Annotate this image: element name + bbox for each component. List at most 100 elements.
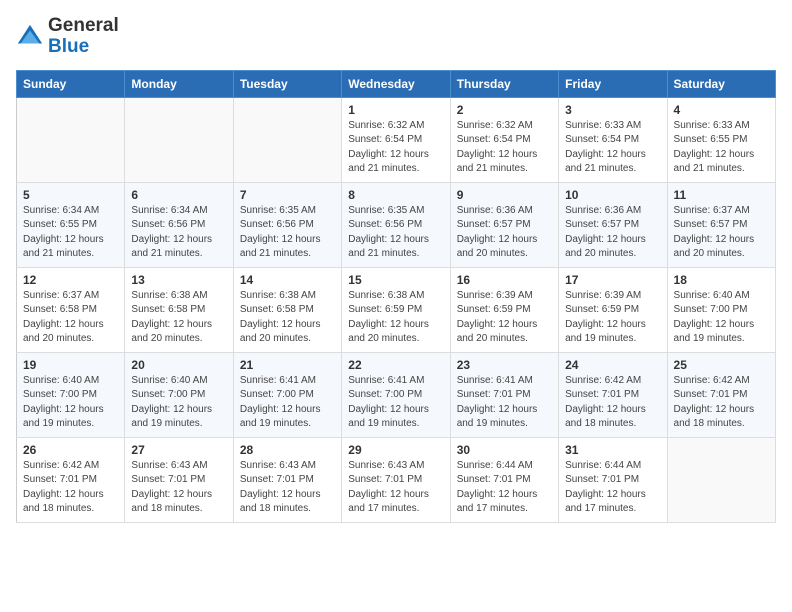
day-info: Sunrise: 6:44 AMSunset: 7:01 PMDaylight:…	[457, 459, 552, 517]
calendar-cell	[17, 97, 125, 182]
day-info: Sunrise: 6:43 AMSunset: 7:01 PMDaylight:…	[348, 459, 443, 517]
day-header-sunday: Sunday	[17, 70, 125, 97]
day-number: 6	[131, 188, 226, 202]
day-info: Sunrise: 6:33 AMSunset: 6:55 PMDaylight:…	[674, 119, 769, 177]
calendar-cell: 30 Sunrise: 6:44 AMSunset: 7:01 PMDayligh…	[450, 437, 558, 522]
day-info: Sunrise: 6:33 AMSunset: 6:54 PMDaylight:…	[565, 119, 660, 177]
day-info: Sunrise: 6:40 AMSunset: 7:00 PMDaylight:…	[131, 374, 226, 432]
calendar-header-row: SundayMondayTuesdayWednesdayThursdayFrid…	[17, 70, 776, 97]
day-number: 15	[348, 273, 443, 287]
calendar-cell: 3 Sunrise: 6:33 AMSunset: 6:54 PMDaylight…	[559, 97, 667, 182]
day-number: 20	[131, 358, 226, 372]
day-header-wednesday: Wednesday	[342, 70, 450, 97]
calendar-cell: 24 Sunrise: 6:42 AMSunset: 7:01 PMDayligh…	[559, 352, 667, 437]
calendar-table: SundayMondayTuesdayWednesdayThursdayFrid…	[16, 70, 776, 523]
day-number: 29	[348, 443, 443, 457]
page-header: General Blue	[16, 16, 776, 58]
day-number: 11	[674, 188, 769, 202]
logo-text: General Blue	[48, 16, 119, 58]
calendar-cell: 4 Sunrise: 6:33 AMSunset: 6:55 PMDaylight…	[667, 97, 775, 182]
day-number: 25	[674, 358, 769, 372]
day-info: Sunrise: 6:42 AMSunset: 7:01 PMDaylight:…	[23, 459, 118, 517]
day-info: Sunrise: 6:41 AMSunset: 7:01 PMDaylight:…	[457, 374, 552, 432]
day-info: Sunrise: 6:44 AMSunset: 7:01 PMDaylight:…	[565, 459, 660, 517]
calendar-cell: 28Sunrise: 6:43 AMSunset: 7:01 PMDayligh…	[233, 437, 341, 522]
day-info: Sunrise: 6:41 AMSunset: 7:00 PMDaylight:…	[348, 374, 443, 432]
calendar-cell: 5 Sunrise: 6:34 AMSunset: 6:55 PMDaylight…	[17, 182, 125, 267]
day-info: Sunrise: 6:37 AMSunset: 6:57 PMDaylight:…	[674, 204, 769, 262]
day-number: 8	[348, 188, 443, 202]
day-header-monday: Monday	[125, 70, 233, 97]
calendar-cell: 10 Sunrise: 6:36 AMSunset: 6:57 PMDayligh…	[559, 182, 667, 267]
calendar-cell	[125, 97, 233, 182]
calendar-cell: 31Sunrise: 6:44 AMSunset: 7:01 PMDayligh…	[559, 437, 667, 522]
day-number: 5	[23, 188, 118, 202]
calendar-cell	[233, 97, 341, 182]
calendar-cell: 1 Sunrise: 6:32 AMSunset: 6:54 PMDaylight…	[342, 97, 450, 182]
calendar-cell: 9 Sunrise: 6:36 AMSunset: 6:57 PMDaylight…	[450, 182, 558, 267]
calendar-week-row: 1 Sunrise: 6:32 AMSunset: 6:54 PMDaylight…	[17, 97, 776, 182]
day-header-tuesday: Tuesday	[233, 70, 341, 97]
day-number: 9	[457, 188, 552, 202]
calendar-cell: 18 Sunrise: 6:40 AMSunset: 7:00 PMDayligh…	[667, 267, 775, 352]
logo: General Blue	[16, 16, 119, 58]
day-info: Sunrise: 6:37 AMSunset: 6:58 PMDaylight:…	[23, 289, 118, 347]
day-number: 7	[240, 188, 335, 202]
day-number: 17	[565, 273, 660, 287]
calendar-cell: 2Sunrise: 6:32 AMSunset: 6:54 PMDaylight…	[450, 97, 558, 182]
calendar-cell: 13Sunrise: 6:38 AMSunset: 6:58 PMDayligh…	[125, 267, 233, 352]
calendar-cell: 23 Sunrise: 6:41 AMSunset: 7:01 PMDayligh…	[450, 352, 558, 437]
day-number: 22	[348, 358, 443, 372]
day-number: 4	[674, 103, 769, 117]
day-number: 19	[23, 358, 118, 372]
day-header-saturday: Saturday	[667, 70, 775, 97]
calendar-cell: 19Sunrise: 6:40 AMSunset: 7:00 PMDayligh…	[17, 352, 125, 437]
calendar-cell: 12Sunrise: 6:37 AMSunset: 6:58 PMDayligh…	[17, 267, 125, 352]
calendar-week-row: 5 Sunrise: 6:34 AMSunset: 6:55 PMDaylight…	[17, 182, 776, 267]
day-info: Sunrise: 6:39 AMSunset: 6:59 PMDaylight:…	[565, 289, 660, 347]
calendar-cell: 22 Sunrise: 6:41 AMSunset: 7:00 PMDayligh…	[342, 352, 450, 437]
day-info: Sunrise: 6:36 AMSunset: 6:57 PMDaylight:…	[457, 204, 552, 262]
logo-general: General	[48, 15, 119, 36]
day-number: 30	[457, 443, 552, 457]
day-info: Sunrise: 6:34 AMSunset: 6:55 PMDaylight:…	[23, 204, 118, 262]
calendar-cell: 25 Sunrise: 6:42 AMSunset: 7:01 PMDayligh…	[667, 352, 775, 437]
calendar-cell: 17 Sunrise: 6:39 AMSunset: 6:59 PMDayligh…	[559, 267, 667, 352]
day-info: Sunrise: 6:39 AMSunset: 6:59 PMDaylight:…	[457, 289, 552, 347]
calendar-cell	[667, 437, 775, 522]
day-info: Sunrise: 6:36 AMSunset: 6:57 PMDaylight:…	[565, 204, 660, 262]
logo-blue: Blue	[48, 36, 89, 57]
day-info: Sunrise: 6:32 AMSunset: 6:54 PMDaylight:…	[457, 119, 552, 177]
day-number: 21	[240, 358, 335, 372]
day-info: Sunrise: 6:35 AMSunset: 6:56 PMDaylight:…	[240, 204, 335, 262]
calendar-cell: 16 Sunrise: 6:39 AMSunset: 6:59 PMDayligh…	[450, 267, 558, 352]
day-info: Sunrise: 6:42 AMSunset: 7:01 PMDaylight:…	[674, 374, 769, 432]
day-info: Sunrise: 6:43 AMSunset: 7:01 PMDaylight:…	[240, 459, 335, 517]
day-info: Sunrise: 6:40 AMSunset: 7:00 PMDaylight:…	[674, 289, 769, 347]
day-info: Sunrise: 6:32 AMSunset: 6:54 PMDaylight:…	[348, 119, 443, 177]
day-number: 18	[674, 273, 769, 287]
day-info: Sunrise: 6:38 AMSunset: 6:58 PMDaylight:…	[240, 289, 335, 347]
day-number: 1	[348, 103, 443, 117]
calendar-cell: 26 Sunrise: 6:42 AMSunset: 7:01 PMDayligh…	[17, 437, 125, 522]
day-number: 24	[565, 358, 660, 372]
day-info: Sunrise: 6:42 AMSunset: 7:01 PMDaylight:…	[565, 374, 660, 432]
day-number: 26	[23, 443, 118, 457]
calendar-week-row: 12Sunrise: 6:37 AMSunset: 6:58 PMDayligh…	[17, 267, 776, 352]
day-number: 3	[565, 103, 660, 117]
calendar-cell: 14Sunrise: 6:38 AMSunset: 6:58 PMDayligh…	[233, 267, 341, 352]
day-info: Sunrise: 6:38 AMSunset: 6:58 PMDaylight:…	[131, 289, 226, 347]
calendar-week-row: 19 Sunrise: 6:40 AMSunset: 7:00 PMDayligh…	[17, 352, 776, 437]
day-number: 10	[565, 188, 660, 202]
day-number: 16	[457, 273, 552, 287]
calendar-cell: 15Sunrise: 6:38 AMSunset: 6:59 PMDayligh…	[342, 267, 450, 352]
day-header-thursday: Thursday	[450, 70, 558, 97]
day-header-friday: Friday	[559, 70, 667, 97]
calendar-cell: 6Sunrise: 6:34 AMSunset: 6:56 PMDaylight…	[125, 182, 233, 267]
calendar-cell: 11 Sunrise: 6:37 AMSunset: 6:57 PMDayligh…	[667, 182, 775, 267]
calendar-cell: 8Sunrise: 6:35 AMSunset: 6:56 PMDaylight…	[342, 182, 450, 267]
calendar-cell: 7 Sunrise: 6:35 AMSunset: 6:56 PMDaylight…	[233, 182, 341, 267]
calendar-week-row: 26 Sunrise: 6:42 AMSunset: 7:01 PMDayligh…	[17, 437, 776, 522]
day-number: 23	[457, 358, 552, 372]
calendar-cell: 21Sunrise: 6:41 AMSunset: 7:00 PMDayligh…	[233, 352, 341, 437]
